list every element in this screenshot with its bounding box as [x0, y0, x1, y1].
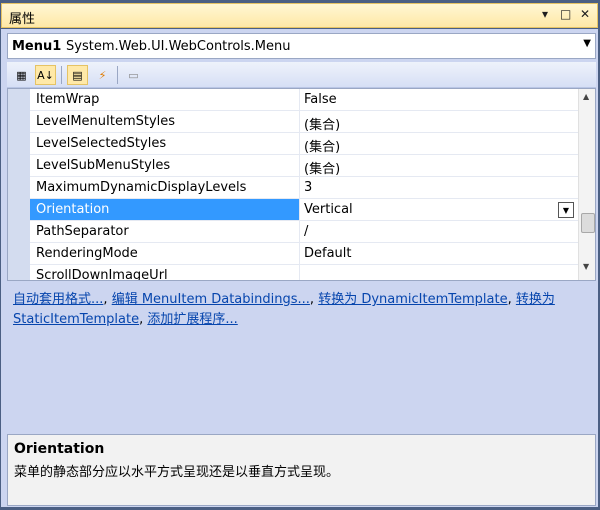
grid-gutter	[8, 89, 30, 280]
property-name: LevelMenuItemStyles	[30, 111, 300, 132]
chevron-down-icon[interactable]: ▼	[583, 38, 591, 49]
vertical-scrollbar[interactable]: ▲ ▼	[578, 89, 595, 280]
property-row-selected[interactable]: Orientation Vertical ▼	[30, 199, 578, 221]
property-grid: ItemWrap False LevelMenuItemStyles (集合) …	[7, 88, 596, 281]
designer-commands: 自动套用格式..., 编辑 MenuItem Databindings..., …	[7, 285, 596, 457]
convert-dynamic-template-link[interactable]: 转换为 DynamicItemTemplate	[318, 292, 507, 307]
auto-format-link[interactable]: 自动套用格式...	[13, 292, 103, 307]
scroll-thumb[interactable]	[581, 213, 595, 233]
object-name: Menu1	[12, 39, 62, 54]
description-title: Orientation	[14, 441, 105, 457]
property-value[interactable]: (集合)	[300, 111, 578, 132]
property-name: ItemWrap	[30, 89, 300, 110]
window-title: 属性	[9, 12, 36, 27]
property-name: LevelSubMenuStyles	[30, 155, 300, 176]
link-separator: ,	[309, 292, 315, 307]
categorized-icon[interactable]: ▦	[11, 65, 32, 85]
window-menu-icon[interactable]: ▾	[542, 7, 548, 21]
object-type: System.Web.UI.WebControls.Menu	[66, 39, 291, 54]
scroll-up-icon[interactable]: ▲	[583, 92, 589, 101]
description-panel: Orientation 菜单的静态部分应以水平方式呈现还是以垂直方式呈现。	[7, 434, 596, 506]
properties-window: 属性 ▾ □ ✕ Menu1 System.Web.UI.WebControls…	[0, 0, 600, 510]
edit-bindings-link[interactable]: 编辑 MenuItem Databindings...	[112, 292, 310, 307]
property-value[interactable]	[300, 265, 578, 280]
property-row[interactable]: LevelSelectedStyles (集合)	[30, 133, 578, 155]
property-name: RenderingMode	[30, 243, 300, 264]
add-extender-link[interactable]: 添加扩展程序...	[147, 312, 237, 327]
property-name: PathSeparator	[30, 221, 300, 242]
property-name: MaximumDynamicDisplayLevels	[30, 177, 300, 198]
property-value[interactable]: Default	[300, 243, 578, 264]
property-value[interactable]: Vertical	[300, 199, 578, 220]
property-row[interactable]: LevelSubMenuStyles (集合)	[30, 155, 578, 177]
link-separator: ,	[139, 312, 144, 327]
property-value[interactable]: /	[300, 221, 578, 242]
property-name: LevelSelectedStyles	[30, 133, 300, 154]
property-row[interactable]: RenderingMode Default	[30, 243, 578, 265]
dropdown-arrow-icon[interactable]: ▼	[558, 202, 574, 218]
property-pages-icon[interactable]: ▭	[123, 65, 144, 85]
link-separator: ,	[507, 292, 512, 307]
toolbar-separator	[117, 66, 118, 84]
property-value[interactable]: (集合)	[300, 155, 578, 176]
events-icon[interactable]: ⚡	[92, 65, 113, 85]
properties-toolbar: ▦ A↓ ▤ ⚡ ▭	[7, 62, 596, 88]
properties-icon[interactable]: ▤	[67, 65, 88, 85]
window-body: Menu1 System.Web.UI.WebControls.Menu ▼ ▦…	[1, 29, 598, 507]
property-name: Orientation	[30, 199, 300, 220]
property-value[interactable]: 3	[300, 177, 578, 198]
property-row[interactable]: PathSeparator /	[30, 221, 578, 243]
scroll-down-icon[interactable]: ▼	[583, 262, 589, 271]
toolbar-separator	[61, 66, 62, 84]
property-value[interactable]: False	[300, 89, 578, 110]
property-row[interactable]: ScrollDownImageUrl	[30, 265, 578, 280]
property-row[interactable]: ItemWrap False	[30, 89, 578, 111]
property-name: ScrollDownImageUrl	[30, 265, 300, 280]
property-value[interactable]: (集合)	[300, 133, 578, 154]
link-separator: ,	[103, 292, 108, 307]
title-bar: 属性 ▾ □ ✕	[1, 3, 598, 28]
description-text: 菜单的静态部分应以水平方式呈现还是以垂直方式呈现。	[14, 465, 340, 480]
property-row[interactable]: MaximumDynamicDisplayLevels 3	[30, 177, 578, 199]
property-row[interactable]: LevelMenuItemStyles (集合)	[30, 111, 578, 133]
close-icon[interactable]: ✕	[580, 7, 590, 21]
maximize-icon[interactable]: □	[560, 7, 571, 21]
object-selector[interactable]: Menu1 System.Web.UI.WebControls.Menu ▼	[7, 33, 596, 59]
alphabetical-icon[interactable]: A↓	[35, 65, 56, 85]
